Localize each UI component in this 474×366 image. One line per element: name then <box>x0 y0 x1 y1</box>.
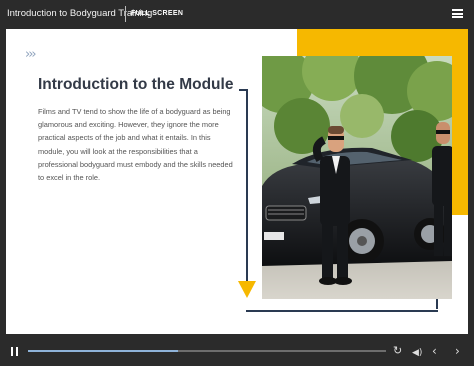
player-window: Introduction to Bodyguard Training FULL … <box>0 0 474 366</box>
chevrons-icon: ››› <box>25 47 37 62</box>
frame-line <box>246 310 438 312</box>
pause-icon[interactable] <box>11 347 18 356</box>
slide-content: ››› Introduction to the Module Films and… <box>6 29 468 334</box>
title-divider <box>125 6 126 22</box>
volume-icon[interactable]: ◀) <box>412 346 422 360</box>
frame-line <box>246 89 248 282</box>
hamburger-menu-icon[interactable] <box>452 9 463 18</box>
replay-icon[interactable]: ↻ <box>393 344 402 358</box>
player-controls: ↻ ◀) ‹ › <box>0 336 474 366</box>
chevron-right-icon[interactable]: › <box>455 344 460 358</box>
triangle-marker-icon <box>238 281 256 298</box>
top-bar: Introduction to Bodyguard Training FULL … <box>0 0 474 28</box>
module-title: Introduction to the Module <box>38 76 234 93</box>
frame-line <box>239 89 248 91</box>
progress-bar[interactable] <box>28 350 386 352</box>
progress-fill <box>28 350 179 352</box>
module-description: Films and TV tend to show the life of a … <box>38 107 233 183</box>
fullscreen-button[interactable]: FULL SCREEN <box>131 10 183 17</box>
chevron-left-icon[interactable]: ‹ <box>432 344 437 358</box>
bodyguards-with-car-photo <box>262 56 452 299</box>
